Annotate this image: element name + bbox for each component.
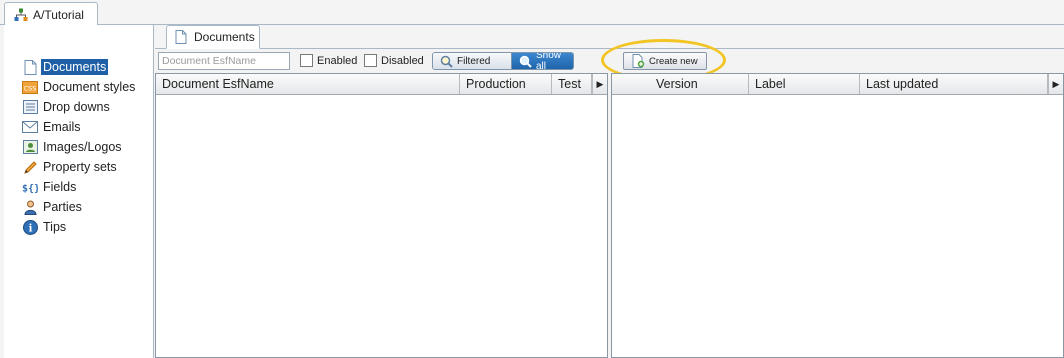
sitemap-icon — [13, 7, 29, 23]
sidebar-item-label: Documents — [41, 59, 109, 75]
tab-tutorial-label: A/Tutorial — [33, 7, 84, 22]
column-header-last-updated[interactable]: Last updated — [860, 74, 1048, 94]
pencil-icon — [22, 159, 38, 175]
document-icon — [22, 59, 38, 75]
sidebar-item-images-logos[interactable]: Images/Logos — [22, 137, 137, 157]
versions-grid: Version Label Last updated ▶ — [611, 73, 1064, 358]
sidebar-item-emails[interactable]: Emails — [22, 117, 137, 137]
show-all-button-label: Show all — [536, 52, 562, 70]
svg-text:${}: ${} — [22, 183, 38, 194]
sidebar-item-label: Fields — [43, 180, 77, 194]
search-icon — [517, 53, 533, 69]
documents-grid-header: Document EsfName Production Test ▶ — [156, 74, 607, 95]
enabled-checkbox-box[interactable] — [300, 54, 313, 67]
filtered-button-label: Filtered — [457, 55, 491, 67]
column-scroll-right-icon[interactable]: ▶ — [1048, 74, 1063, 94]
filtered-button[interactable]: Filtered — [433, 53, 512, 69]
tab-tutorial[interactable]: A/Tutorial — [4, 2, 98, 26]
image-icon — [22, 139, 38, 155]
sidebar-item-label: Tips — [43, 220, 67, 234]
column-header-version[interactable]: Version — [612, 74, 749, 94]
list-icon — [22, 99, 38, 115]
sidebar-item-label: Images/Logos — [43, 140, 122, 154]
search-input[interactable] — [158, 52, 290, 70]
sidebar-item-label: Document styles — [43, 80, 136, 94]
filter-toggle-group: Filtered Show all — [432, 52, 574, 70]
sidebar-item-drop-downs[interactable]: Drop downs — [22, 97, 137, 117]
sidebar-item-label: Parties — [43, 200, 82, 214]
css-icon: CSS — [22, 79, 38, 95]
sidebar-item-document-styles[interactable]: CSS Document styles — [22, 77, 137, 97]
versions-grid-header: Version Label Last updated ▶ — [612, 74, 1063, 95]
person-icon — [22, 199, 38, 215]
sidebar-item-label: Drop downs — [43, 100, 110, 114]
column-header-test[interactable]: Test — [552, 74, 592, 94]
enabled-checkbox[interactable]: Enabled — [300, 54, 357, 67]
tab-documents[interactable]: Documents — [166, 25, 260, 49]
sidebar-item-label: Property sets — [43, 160, 117, 174]
sidebar: Documents CSS Document styles Drop downs… — [4, 25, 154, 358]
column-scroll-right-icon[interactable]: ▶ — [592, 74, 607, 94]
sidebar-item-property-sets[interactable]: Property sets — [22, 157, 137, 177]
top-tab-strip — [0, 0, 1064, 25]
sidebar-item-documents[interactable]: Documents — [22, 57, 137, 77]
disabled-checkbox-label: Disabled — [381, 54, 424, 67]
documents-grid: Document EsfName Production Test ▶ — [155, 73, 608, 358]
column-header-label[interactable]: Label — [749, 74, 860, 94]
sidebar-item-tips[interactable]: i Tips — [22, 217, 137, 237]
sidebar-item-parties[interactable]: Parties — [22, 197, 137, 217]
enabled-checkbox-label: Enabled — [317, 54, 358, 67]
filter-search-icon — [438, 53, 454, 69]
braces-icon: ${} — [22, 179, 38, 195]
svg-text:i: i — [28, 223, 32, 234]
disabled-checkbox-box[interactable] — [364, 54, 377, 67]
disabled-checkbox[interactable]: Disabled — [364, 54, 424, 67]
column-header-document-esfname[interactable]: Document EsfName — [156, 74, 460, 94]
svg-text:CSS: CSS — [24, 84, 37, 92]
document-icon — [173, 29, 189, 45]
show-all-button[interactable]: Show all — [512, 53, 573, 69]
sidebar-item-fields[interactable]: ${} Fields — [22, 177, 137, 197]
envelope-icon — [22, 119, 38, 135]
tab-documents-label: Documents — [194, 30, 255, 44]
info-icon: i — [22, 219, 38, 235]
column-header-production[interactable]: Production — [460, 74, 552, 94]
sidebar-item-label: Emails — [43, 120, 81, 134]
